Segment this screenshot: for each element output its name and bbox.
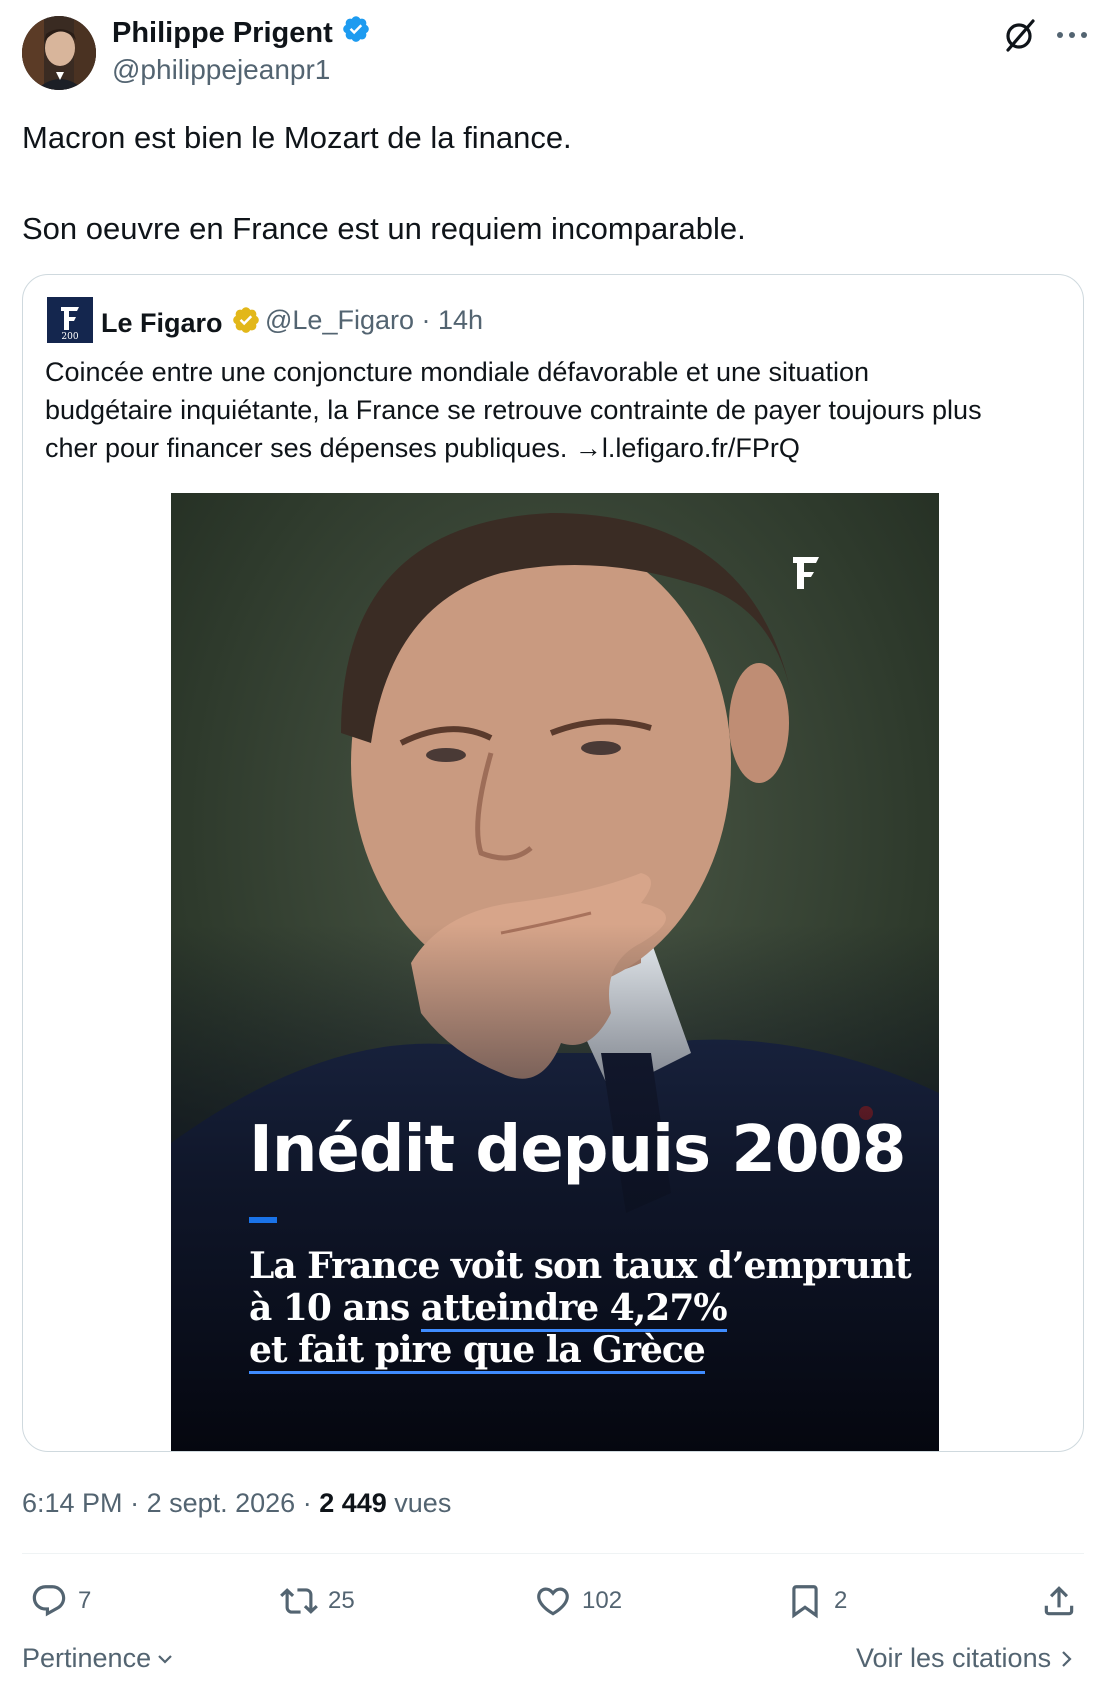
bookmark-button[interactable]: 2 (786, 1582, 847, 1620)
tweet-meta: 6:14 PM · 2 sept. 2026 · 2 449 vues (22, 1488, 452, 1518)
quoted-handle-time[interactable]: @Le_Figaro · 14h (265, 305, 483, 336)
author-avatar[interactable] (22, 16, 96, 90)
author-display-name-row[interactable]: Philippe Prigent (112, 14, 371, 52)
verified-blue-badge-icon (341, 14, 371, 52)
views-label: vues (394, 1488, 452, 1518)
quoted-author-row[interactable]: Le Figaro (101, 305, 261, 342)
author-handle[interactable]: @philippejeanpr1 (112, 54, 330, 86)
bookmark-icon (792, 1585, 818, 1619)
repost-count: 25 (328, 1587, 355, 1614)
more-icon[interactable] (1054, 20, 1090, 50)
like-count: 102 (582, 1587, 623, 1614)
grok-icon[interactable] (1000, 16, 1040, 56)
media-subline-3: et fait pire que la Grèce (249, 1329, 706, 1374)
tweet-text-line-1: Macron est bien le Mozart de la finance. (22, 120, 572, 155)
svg-text:200: 200 (61, 332, 78, 342)
quoted-tweet-media[interactable]: Inédit depuis 2008 La France voit son ta… (171, 493, 939, 1451)
tweet-text-line-2: Son oeuvre en France est un requiem inco… (22, 211, 746, 246)
quoted-tweet-card[interactable]: 200 Le Figaro @Le_Figaro · 14h Coincée e… (22, 274, 1084, 1452)
views-count: 2 449 (319, 1488, 387, 1518)
media-subline-2: à 10 ans atteindre 4,27% (249, 1287, 728, 1332)
bookmark-count: 2 (834, 1587, 848, 1614)
share-button[interactable] (1040, 1582, 1078, 1620)
quoted-text-line: cher pour financer ses dépenses publique… (45, 433, 800, 463)
le-figaro-avatar[interactable]: 200 (47, 297, 93, 343)
sort-label: Pertinence (22, 1643, 152, 1673)
media-headline: Inédit depuis 2008 (249, 1113, 906, 1187)
view-quotes-link[interactable]: Voir les citations (856, 1643, 1075, 1674)
media-subline-2-underlined: atteindre 4,27% (420, 1287, 728, 1332)
view-quotes-label: Voir les citations (856, 1643, 1052, 1673)
quoted-text-line: Coincée entre une conjoncture mondiale d… (45, 357, 870, 387)
heart-icon (537, 1587, 569, 1616)
reply-count: 7 (78, 1587, 92, 1614)
sort-dropdown[interactable]: Pertinence (22, 1643, 175, 1674)
media-subline-2-prefix: à 10 ans (249, 1287, 421, 1329)
quoted-tweet-text: Coincée entre une conjoncture mondiale d… (45, 353, 1065, 467)
reply-icon (32, 1585, 66, 1617)
media-subline-3-underlined: et fait pire que la Grèce (249, 1329, 706, 1374)
tweet-date[interactable]: 2 sept. 2026 (147, 1488, 296, 1518)
reply-button[interactable]: 7 (30, 1582, 91, 1620)
tweet-time[interactable]: 6:14 PM (22, 1488, 123, 1518)
repost-icon (280, 1588, 318, 1614)
divider (22, 1553, 1084, 1554)
repost-button[interactable]: 25 (280, 1582, 355, 1620)
chevron-right-icon (1062, 1650, 1072, 1667)
like-button[interactable]: 102 (534, 1582, 622, 1620)
verified-gold-badge-icon (231, 305, 261, 342)
share-icon (1044, 1586, 1074, 1616)
quoted-text-line: budgétaire inquiétante, la France se ret… (45, 395, 982, 425)
chevron-down-icon (158, 1654, 172, 1664)
quoted-display-name[interactable]: Le Figaro (101, 308, 223, 339)
author-display-name[interactable]: Philippe Prigent (112, 17, 333, 50)
media-subline-1: La France voit son taux d’emprunt (249, 1245, 912, 1287)
media-accent-bar (249, 1217, 277, 1223)
